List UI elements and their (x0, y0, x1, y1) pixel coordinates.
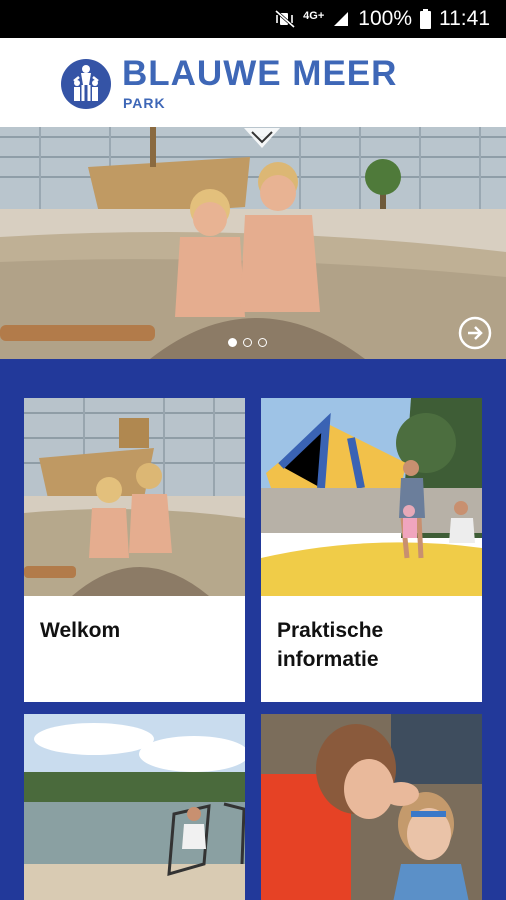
tile-welkom-label: Welkom (40, 619, 121, 642)
status-bar: 4G+ 100% 11:41 (0, 0, 506, 38)
carousel-dot[interactable] (258, 338, 267, 347)
carousel-indicator (228, 338, 267, 347)
tile-praktische-informatie-photo (261, 398, 482, 596)
tile-welkom-photo (24, 398, 245, 596)
brand-name: BLAUWE MEER (122, 54, 398, 93)
clock: 11:41 (439, 7, 490, 30)
hero-carousel[interactable] (0, 127, 506, 359)
app-header: BLAUWE MEER PARK (0, 38, 506, 128)
network-type: 4G+ (303, 9, 325, 22)
chevron-down-icon[interactable] (244, 128, 280, 150)
tile-facepaint[interactable] (261, 714, 482, 900)
tile-praktische-informatie[interactable]: Praktische informatie (261, 398, 482, 702)
tile-facepaint-photo (261, 714, 482, 900)
park-logo-icon (61, 59, 111, 109)
next-arrow-icon[interactable] (458, 316, 492, 350)
carousel-dot[interactable] (228, 338, 237, 347)
mute-vibrate-icon (275, 10, 296, 28)
tile-lake[interactable] (24, 714, 245, 900)
brand-subtitle: PARK (123, 95, 166, 111)
hero-photo (0, 127, 506, 359)
battery-icon (420, 9, 431, 29)
signal-icon (332, 10, 350, 28)
battery-level: 100% (358, 7, 412, 30)
tile-lake-photo (24, 714, 245, 900)
tile-welkom[interactable]: Welkom (24, 398, 245, 702)
carousel-dot[interactable] (243, 338, 252, 347)
tile-praktische-informatie-label: Praktische informatie (277, 619, 384, 671)
